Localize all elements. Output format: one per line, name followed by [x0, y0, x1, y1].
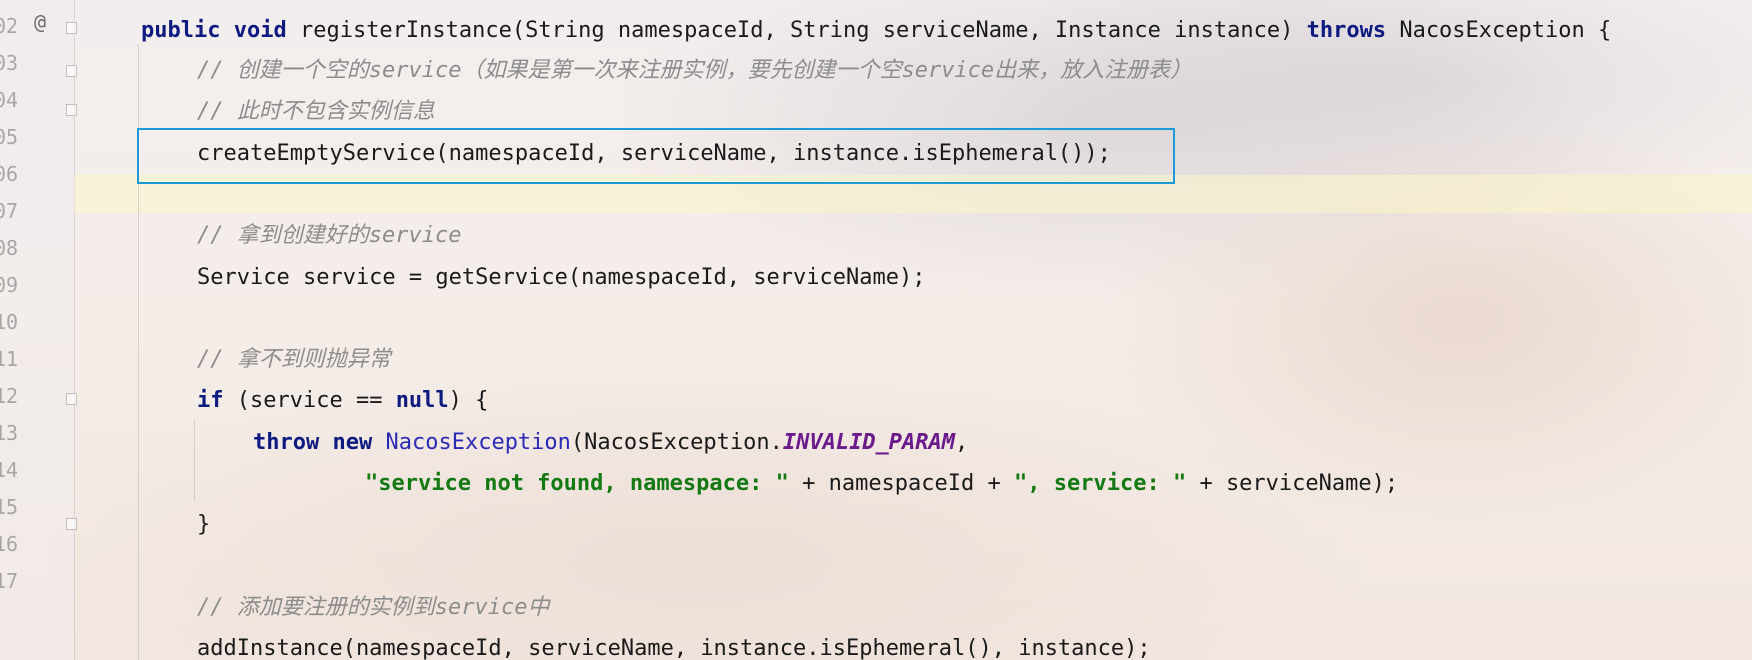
code-token: registerInstance(String namespaceId, Str… — [286, 18, 1307, 43]
code-token: + serviceName); — [1186, 471, 1399, 496]
keyword-token: throw — [253, 430, 320, 455]
code-comment-line[interactable]: // 拿到创建好的service — [197, 215, 461, 256]
code-token: NacosException { — [1386, 18, 1612, 43]
code-line-exception-message[interactable]: "service not found, namespace: " + names… — [365, 463, 1398, 504]
code-editor[interactable]: public void registerInstance(String name… — [74, 0, 1752, 660]
line-number: 17 — [0, 569, 19, 593]
code-comment-line[interactable]: // 拿不到则抛异常 — [197, 339, 391, 380]
keyword-token: public — [141, 18, 221, 43]
string-literal-token: "service not found, namespace: " — [365, 471, 789, 496]
line-number-gutter[interactable]: 02 @ 03 04 05 06 07 08 09 10 11 12 13 14… — [0, 0, 77, 660]
code-line-add-instance[interactable]: addInstance(namespaceId, serviceName, in… — [197, 628, 1151, 660]
code-line-get-service[interactable]: Service service = getService(namespaceId… — [197, 257, 925, 298]
keyword-token: if — [197, 388, 224, 413]
string-literal-token: ", service: " — [1014, 471, 1187, 496]
annotation-highlight-box — [137, 128, 1175, 184]
code-token: + namespaceId + — [788, 471, 1015, 496]
code-line-if-null-check[interactable]: if (service == null) { — [197, 380, 488, 421]
line-number: 06 — [0, 162, 19, 186]
code-comment-line[interactable]: // 添加要注册的实例到service中 — [197, 587, 549, 628]
code-line-method-signature[interactable]: public void registerInstance(String name… — [141, 10, 1611, 51]
line-number: 05 — [0, 125, 19, 149]
line-number: 15 — [0, 495, 19, 519]
line-number: 02 — [0, 14, 19, 38]
code-line-throw-exception[interactable]: throw new NacosException(NacosException.… — [253, 422, 968, 463]
class-reference-token[interactable]: NacosException — [385, 430, 570, 455]
line-number: 09 — [0, 273, 19, 297]
code-token: , — [955, 430, 969, 455]
code-line-closing-brace[interactable]: } — [197, 504, 210, 545]
line-number: 14 — [0, 458, 19, 482]
constant-token[interactable]: INVALID_PARAM — [783, 430, 955, 455]
keyword-token: throws — [1306, 18, 1387, 43]
code-token: ) { — [448, 388, 489, 413]
line-number: 07 — [0, 199, 19, 223]
line-number: 11 — [0, 347, 19, 371]
line-number: 12 — [0, 384, 19, 408]
line-number: 10 — [0, 310, 19, 334]
line-number: 08 — [0, 236, 19, 260]
code-comment-line[interactable]: // 此时不包含实例信息 — [197, 91, 435, 132]
line-number: 16 — [0, 532, 19, 556]
implements-marker-icon[interactable]: @ — [34, 12, 46, 32]
keyword-token: null — [395, 388, 449, 413]
line-number: 04 — [0, 88, 19, 112]
code-token: (NacosException. — [570, 430, 783, 455]
line-number: 03 — [0, 51, 19, 75]
keyword-token: void — [233, 18, 287, 43]
code-comment-line[interactable]: // 创建一个空的service（如果是第一次来注册实例，要先创建一个空serv… — [197, 50, 1192, 91]
keyword-token: new — [332, 430, 373, 455]
indent-guide — [194, 420, 195, 502]
code-token: (service == — [223, 388, 396, 413]
line-number: 13 — [0, 421, 19, 445]
